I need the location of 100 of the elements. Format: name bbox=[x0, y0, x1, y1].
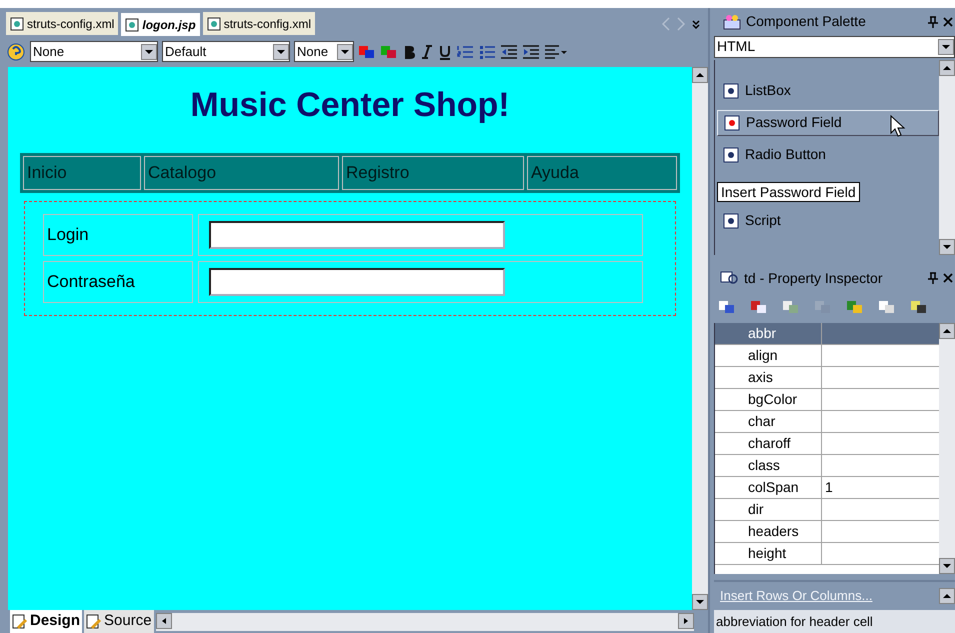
property-name: abbr bbox=[715, 323, 822, 344]
property-row[interactable]: charoff bbox=[715, 433, 939, 456]
highlight-color-icon[interactable] bbox=[380, 44, 398, 60]
panel-title: td - Property Inspector bbox=[744, 268, 884, 288]
spin-up-button[interactable] bbox=[939, 588, 955, 604]
vertical-scrollbar[interactable] bbox=[939, 60, 955, 256]
menu-cell[interactable]: Inicio bbox=[23, 156, 141, 190]
form-label: Login bbox=[43, 214, 193, 256]
triangle-icon bbox=[277, 48, 285, 54]
triangle-icon bbox=[943, 244, 951, 250]
inspector-icon bbox=[720, 270, 740, 286]
property-name: headers bbox=[715, 521, 822, 542]
property-row[interactable]: align bbox=[715, 345, 939, 368]
underline-icon[interactable] bbox=[438, 44, 452, 60]
scroll-down-button[interactable] bbox=[939, 558, 955, 574]
scroll-down-button[interactable] bbox=[939, 239, 955, 256]
status-text: abbreviation for header cell bbox=[714, 610, 955, 633]
scroll-up-button[interactable] bbox=[939, 60, 955, 76]
triangle-icon bbox=[943, 563, 951, 570]
property-row[interactable]: abbr bbox=[715, 323, 939, 346]
panel-title: Component Palette bbox=[746, 12, 867, 32]
property-row[interactable]: bgColor bbox=[715, 389, 939, 412]
property-row[interactable]: dir bbox=[715, 499, 939, 522]
property-row[interactable]: class bbox=[715, 455, 939, 478]
triangle-icon bbox=[943, 328, 951, 334]
menu-cell[interactable]: Registro bbox=[342, 156, 524, 190]
text-input[interactable] bbox=[209, 221, 505, 249]
style-dropdown[interactable]: None bbox=[30, 41, 158, 62]
property-row[interactable]: axis bbox=[715, 367, 939, 390]
bold-icon[interactable] bbox=[402, 44, 416, 60]
editor-tab[interactable]: logon.jsp bbox=[121, 13, 200, 36]
property-name: class bbox=[715, 455, 822, 476]
property-row[interactable]: colSpan 1 bbox=[715, 477, 939, 500]
palette-item[interactable]: Radio Button bbox=[717, 142, 939, 168]
numbered-list-icon[interactable] bbox=[456, 44, 474, 60]
property-name: char bbox=[715, 411, 822, 432]
file-icon bbox=[125, 18, 140, 32]
property-name: align bbox=[715, 345, 822, 366]
tooltip: Insert Password Field bbox=[717, 182, 860, 202]
triangle-icon bbox=[696, 599, 704, 605]
file-icon bbox=[206, 16, 221, 30]
text-input[interactable] bbox=[209, 268, 505, 296]
component-icon bbox=[723, 212, 739, 229]
page-heading: Music Center Shop! bbox=[189, 85, 511, 126]
style-dropdown[interactable]: Default bbox=[162, 41, 290, 62]
triangle-icon bbox=[160, 618, 168, 624]
view-tab[interactable]: Source bbox=[84, 610, 154, 633]
align-icon[interactable] bbox=[544, 44, 568, 60]
triangle-icon bbox=[942, 44, 950, 50]
scroll-right-button[interactable] bbox=[678, 612, 694, 628]
form-label: Contraseña bbox=[43, 261, 193, 303]
property-value: 1 bbox=[824, 478, 834, 498]
triangle-icon bbox=[145, 48, 153, 54]
pencil-page-icon bbox=[12, 614, 28, 630]
pin-icon[interactable] bbox=[927, 272, 939, 284]
text-color-icon[interactable] bbox=[358, 44, 376, 60]
palette-item[interactable]: ListBox bbox=[717, 78, 939, 104]
component-icon bbox=[723, 146, 739, 163]
indent-icon[interactable] bbox=[522, 44, 540, 60]
triangle-icon bbox=[341, 48, 349, 54]
triangle-icon bbox=[696, 72, 704, 78]
property-row[interactable]: headers bbox=[715, 521, 939, 544]
editor-tab[interactable]: struts-config.xml bbox=[202, 12, 316, 35]
property-row[interactable]: height bbox=[715, 543, 939, 566]
property-name: charoff bbox=[715, 433, 822, 454]
pin-icon[interactable] bbox=[927, 16, 939, 28]
close-icon[interactable] bbox=[943, 272, 953, 284]
component-icon bbox=[724, 114, 740, 131]
triangle-icon bbox=[943, 593, 951, 600]
mouse-cursor-icon bbox=[890, 114, 906, 137]
palette-item[interactable]: Password Field bbox=[717, 110, 939, 136]
property-name: dir bbox=[715, 499, 822, 520]
scroll-up-button[interactable] bbox=[692, 67, 708, 83]
copy-icon[interactable] bbox=[878, 299, 896, 316]
scroll-up-button[interactable] bbox=[939, 323, 955, 340]
editor-tab[interactable]: struts-config.xml bbox=[6, 12, 118, 35]
palette-icon bbox=[722, 12, 742, 31]
category-dropdown[interactable]: HTML bbox=[714, 36, 955, 58]
view-tab[interactable]: Design bbox=[10, 610, 82, 633]
property-row[interactable]: char bbox=[715, 411, 939, 434]
italic-icon[interactable] bbox=[420, 44, 434, 60]
pencil-page-icon bbox=[86, 614, 102, 630]
vertical-scrollbar[interactable] bbox=[692, 67, 708, 610]
property-name: height bbox=[715, 543, 822, 564]
file-icon bbox=[10, 16, 24, 30]
menu-cell[interactable]: Ayuda bbox=[527, 156, 677, 190]
close-icon[interactable] bbox=[943, 16, 953, 28]
bullet-list-icon[interactable] bbox=[478, 44, 496, 60]
property-name: bgColor bbox=[715, 389, 822, 410]
style-dropdown[interactable]: None bbox=[294, 41, 354, 62]
scroll-down-button[interactable] bbox=[692, 594, 708, 610]
property-name: colSpan bbox=[715, 477, 822, 498]
help-icon[interactable] bbox=[6, 42, 26, 62]
menu-cell[interactable]: Catalogo bbox=[144, 156, 339, 190]
component-icon bbox=[723, 82, 739, 99]
palette-item[interactable]: Script bbox=[717, 208, 939, 234]
scroll-left-button[interactable] bbox=[156, 612, 172, 628]
outdent-icon[interactable] bbox=[500, 44, 518, 60]
vertical-scrollbar[interactable] bbox=[939, 323, 955, 574]
horizontal-scrollbar[interactable] bbox=[156, 612, 694, 630]
